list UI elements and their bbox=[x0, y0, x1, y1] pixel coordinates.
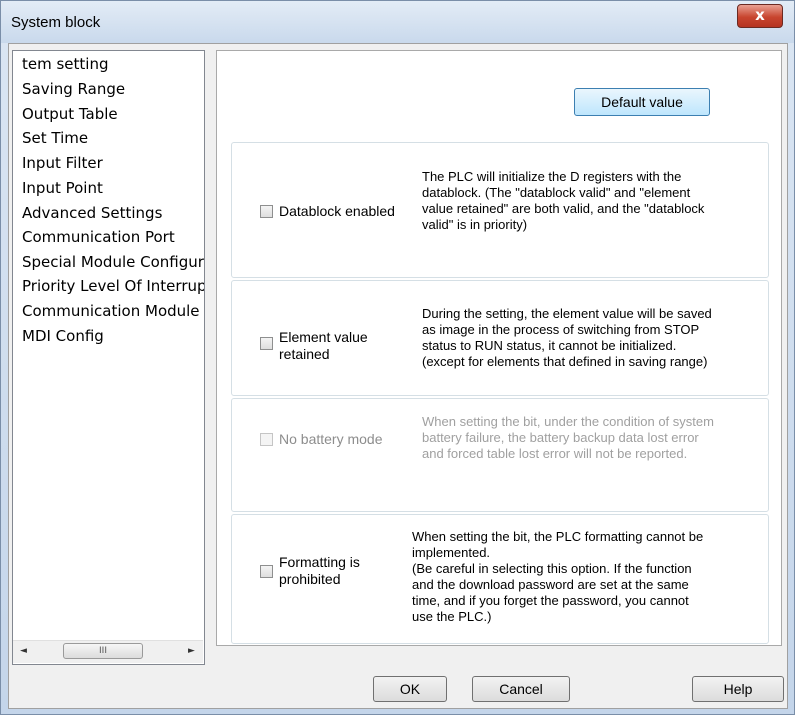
scroll-thumb[interactable]: III bbox=[63, 643, 143, 659]
formatting-description: When setting the bit, the PLC formatting… bbox=[412, 529, 704, 624]
scroll-left-icon[interactable]: ◄ bbox=[15, 643, 32, 660]
default-value-button[interactable]: Default value bbox=[574, 88, 710, 116]
window-title: System block bbox=[11, 14, 101, 31]
tree-item-output-table[interactable]: Output Table bbox=[22, 103, 118, 125]
tree-item-advanced-settings[interactable]: Advanced Settings bbox=[22, 202, 162, 224]
tree-horizontal-scrollbar[interactable]: ◄ III ► bbox=[13, 640, 203, 663]
element-value-retained-label[interactable]: Element value retained bbox=[279, 329, 368, 363]
tree-item-communication-module[interactable]: Communication Module bbox=[22, 300, 200, 322]
element-value-retained-checkbox[interactable] bbox=[260, 337, 273, 350]
title-bar: System block x bbox=[1, 1, 794, 43]
scroll-right-icon[interactable]: ► bbox=[183, 643, 200, 660]
tree-item-item-setting[interactable]: tem setting bbox=[22, 53, 109, 75]
tree-item-saving-range[interactable]: Saving Range bbox=[22, 78, 125, 100]
element-value-description: During the setting, the element value wi… bbox=[422, 306, 712, 369]
formatting-prohibited-label[interactable]: Formatting is prohibited bbox=[279, 554, 360, 588]
no-battery-mode-label[interactable]: No battery mode bbox=[279, 431, 383, 448]
no-battery-mode-checkbox[interactable] bbox=[260, 433, 273, 446]
close-button[interactable]: x bbox=[737, 4, 783, 28]
datablock-enabled-label[interactable]: Datablock enabled bbox=[279, 203, 395, 220]
datablock-description: The PLC will initialize the D registers … bbox=[422, 169, 705, 232]
tree-item-input-point[interactable]: Input Point bbox=[22, 177, 103, 199]
datablock-enabled-checkbox[interactable] bbox=[260, 205, 273, 218]
tree-item-priority-level[interactable]: Priority Level Of Interrupt bbox=[22, 275, 204, 297]
settings-tree: tem setting Saving Range Output Table Se… bbox=[12, 50, 205, 665]
tree-item-set-time[interactable]: Set Time bbox=[22, 127, 88, 149]
tree-item-special-module-config[interactable]: Special Module Configur bbox=[22, 251, 204, 273]
tree-item-input-filter[interactable]: Input Filter bbox=[22, 152, 103, 174]
ok-button[interactable]: OK bbox=[373, 676, 447, 702]
formatting-prohibited-checkbox[interactable] bbox=[260, 565, 273, 578]
help-button[interactable]: Help bbox=[692, 676, 784, 702]
cancel-button[interactable]: Cancel bbox=[472, 676, 570, 702]
tree-item-communication-port[interactable]: Communication Port bbox=[22, 226, 175, 248]
battery-mode-description: When setting the bit, under the conditio… bbox=[422, 414, 714, 461]
tree-item-mdi-config[interactable]: MDI Config bbox=[22, 325, 104, 347]
